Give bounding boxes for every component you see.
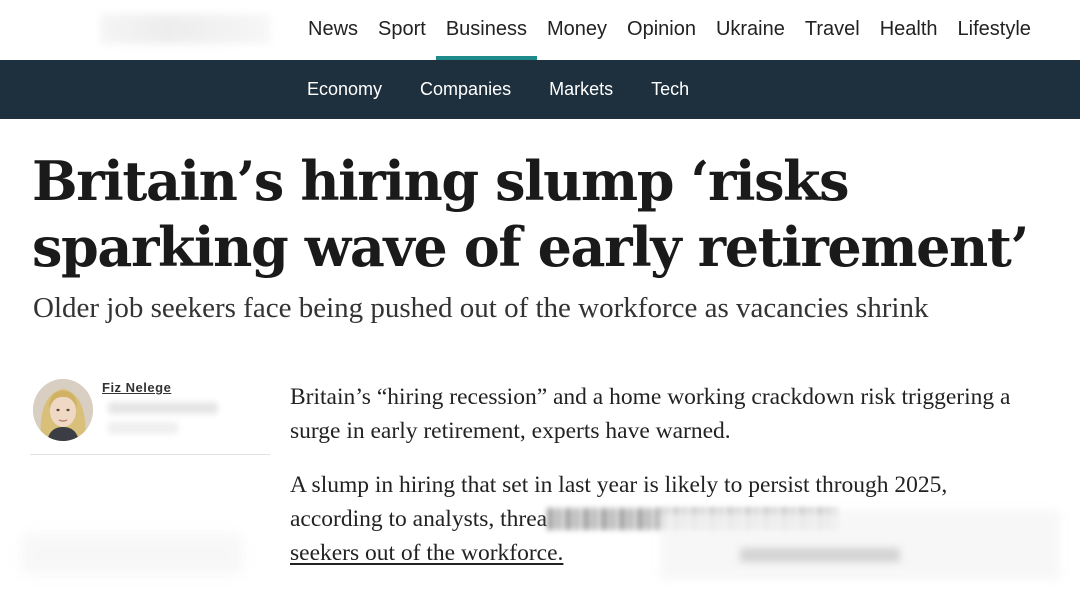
author-role-redacted — [108, 402, 218, 414]
workforce-article-link[interactable]: seekers out of the workforce. — [290, 540, 563, 566]
section-subnav-bar: Economy Companies Markets Tech — [0, 60, 1080, 119]
nav-item-health[interactable]: Health — [870, 0, 948, 60]
article-standfirst: Older job seekers face being pushed out … — [33, 292, 929, 324]
redacted-region — [660, 510, 1060, 580]
nav-item-ukraine[interactable]: Ukraine — [706, 0, 795, 60]
article-headline: Britain’s hiring slump ‘risks sparking w… — [32, 149, 1029, 279]
byline-divider — [30, 454, 270, 455]
subnav-item-tech[interactable]: Tech — [632, 79, 708, 100]
author-avatar[interactable] — [33, 379, 93, 441]
article-paragraph-1: Britain’s “hiring recession” and a home … — [290, 384, 1011, 444]
subnav-item-economy[interactable]: Economy — [288, 79, 401, 100]
nav-item-opinion[interactable]: Opinion — [617, 0, 706, 60]
nav-item-news[interactable]: News — [298, 0, 368, 60]
redacted-sidebar-area — [22, 534, 242, 574]
subnav-item-companies[interactable]: Companies — [401, 79, 530, 100]
nav-item-money[interactable]: Money — [537, 0, 617, 60]
nav-item-lifestyle[interactable]: Lifestyle — [948, 0, 1041, 60]
main-nav: News Sport Business Money Opinion Ukrain… — [298, 0, 1041, 60]
author-photo — [33, 379, 93, 441]
top-navigation-bar: News Sport Business Money Opinion Ukrain… — [0, 0, 1080, 60]
nav-item-travel[interactable]: Travel — [795, 0, 870, 60]
site-logo[interactable] — [100, 14, 270, 44]
author-date-redacted — [108, 422, 178, 434]
redacted-region-text — [740, 548, 900, 562]
author-name-link[interactable]: Fiz Nelege — [102, 380, 171, 395]
nav-item-business[interactable]: Business — [435, 0, 538, 60]
subnav-item-markets[interactable]: Markets — [530, 79, 632, 100]
nav-item-sport[interactable]: Sport — [368, 0, 436, 60]
author-byline: Fiz Nelege — [30, 376, 270, 456]
sub-nav: Economy Companies Markets Tech — [288, 60, 708, 119]
